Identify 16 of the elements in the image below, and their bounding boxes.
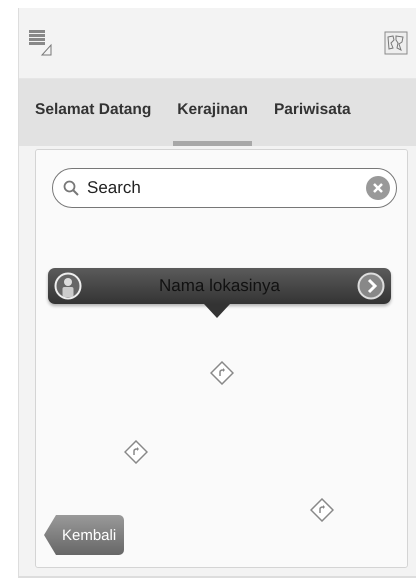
- route-marker-icon[interactable]: [124, 440, 148, 464]
- tab[interactable]: Pariwisata: [270, 79, 355, 146]
- route-marker-icon[interactable]: [210, 361, 234, 386]
- search-bar[interactable]: Search: [52, 168, 397, 208]
- person-icon: [54, 272, 82, 300]
- back-button[interactable]: Kembali: [44, 515, 124, 555]
- callout-pointer: [204, 304, 230, 318]
- tab[interactable]: Selamat Datang: [31, 79, 156, 146]
- chevron-right-icon[interactable]: [356, 272, 385, 300]
- menu-icon[interactable]: [29, 30, 53, 56]
- search-icon: [63, 180, 79, 196]
- clear-icon[interactable]: [366, 176, 390, 200]
- location-name: Nama lokasinya: [159, 276, 280, 296]
- route-marker-icon[interactable]: [310, 498, 334, 522]
- search-input[interactable]: Search: [85, 177, 360, 199]
- map-icon[interactable]: [384, 31, 408, 55]
